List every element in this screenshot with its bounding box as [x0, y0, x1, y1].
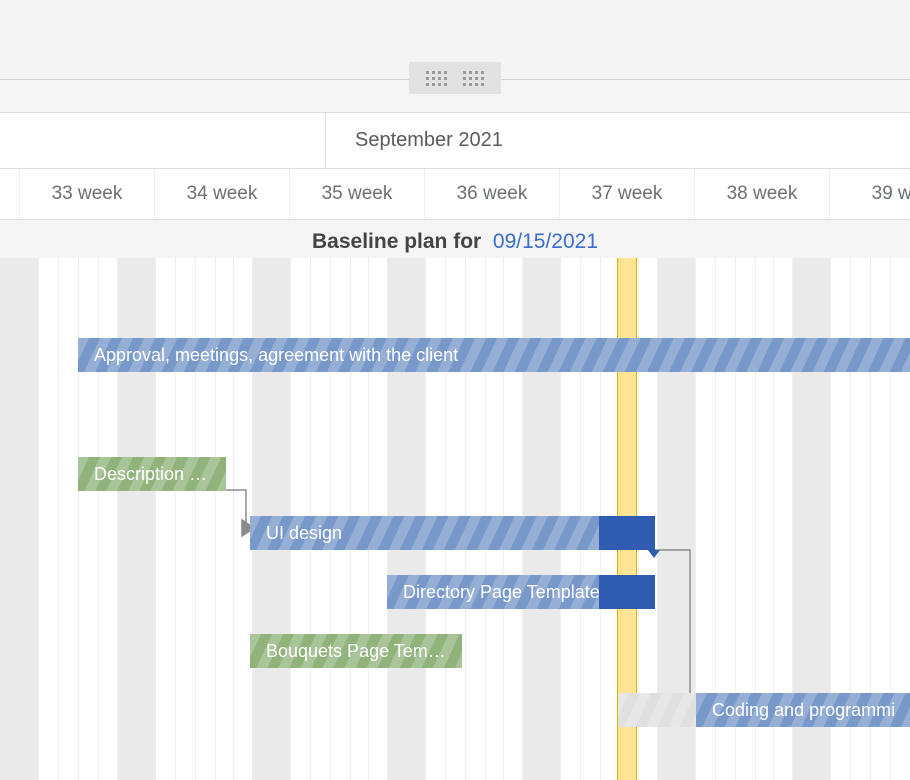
baseline-date[interactable]: 09/15/2021 — [493, 230, 598, 253]
task-label: Approval, meetings, agreement with the c… — [94, 345, 458, 366]
task-description[interactable]: Description … — [78, 457, 226, 491]
month-label: September 2021 — [355, 129, 503, 152]
gantt-chart[interactable]: Approval, meetings, agreement with the c… — [0, 258, 910, 780]
week-col-38[interactable]: 38 week — [695, 169, 830, 219]
month-row: September 2021 — [0, 113, 910, 169]
week-col-37[interactable]: 37 week — [560, 169, 695, 219]
task-label: Coding and programmi — [712, 700, 895, 721]
timeline-header: September 2021 33 week 34 week 35 week 3… — [0, 112, 910, 220]
task-bouquets[interactable]: Bouquets Page Tem… — [250, 634, 462, 668]
week-col-33[interactable]: 33 week — [20, 169, 155, 219]
week-col-39[interactable]: 39 we — [830, 169, 910, 219]
task-coding-baseline[interactable] — [618, 693, 696, 727]
task-ui-flag — [648, 550, 660, 558]
task-label: UI design — [266, 523, 342, 544]
baseline-label: Baseline plan for — [312, 230, 481, 253]
week-col-36[interactable]: 36 week — [425, 169, 560, 219]
task-directory[interactable]: Directory Page Template — [387, 575, 655, 609]
week-col-34[interactable]: 34 week — [155, 169, 290, 219]
baseline-caption: Baseline plan for 09/15/2021 — [0, 230, 910, 254]
week-gutter — [0, 169, 20, 219]
task-label: Bouquets Page Tem… — [266, 641, 446, 662]
week-row: 33 week 34 week 35 week 36 week 37 week … — [0, 169, 910, 219]
task-approval[interactable]: Approval, meetings, agreement with the c… — [78, 338, 910, 372]
task-ui-design[interactable]: UI design — [250, 516, 655, 550]
task-label: Directory Page Template — [403, 582, 600, 603]
week-col-35[interactable]: 35 week — [290, 169, 425, 219]
task-label: Description … — [94, 464, 207, 485]
splitter-handle[interactable] — [409, 62, 501, 94]
task-coding[interactable]: Coding and programmi — [696, 693, 910, 727]
